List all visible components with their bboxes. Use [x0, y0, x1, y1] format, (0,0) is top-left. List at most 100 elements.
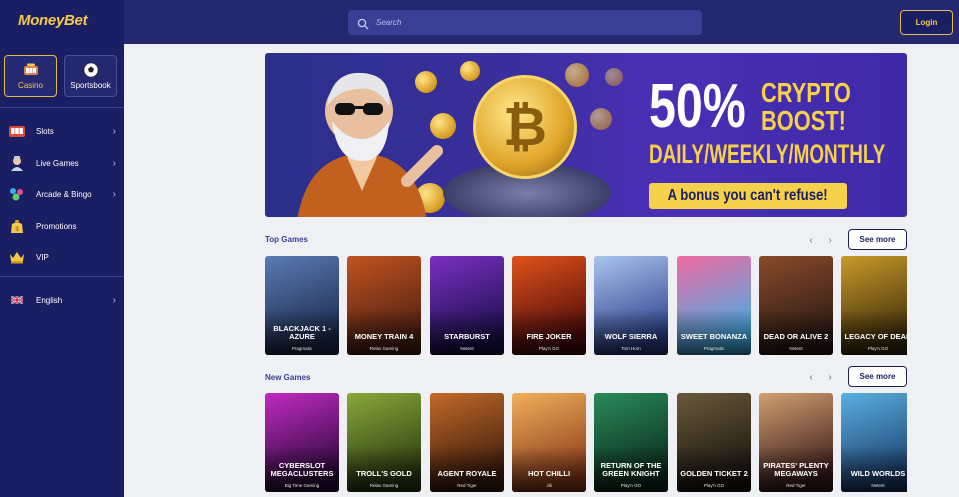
see-more-button-new-games[interactable]: See more	[848, 366, 907, 387]
sidebar-divider	[0, 276, 124, 277]
game-card[interactable]: Golden Ticket 2 Play'n GO	[677, 393, 751, 492]
section-title-new-games: New Games	[265, 373, 311, 382]
game-card[interactable]: Cyberslot Megaclusters Big Time Gaming	[265, 393, 339, 492]
game-card[interactable]: Fire Joker Play'n GO	[512, 256, 586, 355]
game-card[interactable]: Return of the Green Knight Play'n GO	[594, 393, 668, 492]
prev-arrow-icon[interactable]: ‹	[805, 234, 817, 246]
chevron-right-icon: ›	[112, 125, 116, 137]
game-provider: Play'n GO	[538, 346, 560, 351]
game-card[interactable]: Sweet Bonanza Pragmatic	[677, 256, 751, 355]
game-card[interactable]: Wolf Sierra Tom Horn	[594, 256, 668, 355]
see-more-button-top-games[interactable]: See more	[848, 229, 907, 250]
mascot-image	[297, 72, 443, 217]
coin-decoration	[590, 108, 612, 130]
banner-tagline: A bonus you can't refuse!	[649, 183, 847, 209]
chevron-right-icon: ›	[112, 294, 116, 306]
login-button[interactable]: Login	[900, 10, 953, 35]
game-card[interactable]: Money Train 4 Relax Gaming	[347, 256, 421, 355]
promo-banner[interactable]: ₿ 50% CRYPTO BOOST! DAILY/WEEKLY/MONTHLY…	[265, 53, 907, 217]
soccer-ball-icon	[82, 62, 100, 78]
sidebar-item-label: Slots	[36, 126, 54, 136]
coin-decoration	[460, 61, 480, 81]
arcade-icon	[8, 186, 26, 202]
game-card[interactable]: Legacy of Dead Play'n GO	[841, 256, 907, 355]
search-input[interactable]	[376, 18, 676, 27]
game-title: Hot Chilli	[527, 469, 571, 478]
next-arrow-icon[interactable]: ›	[824, 371, 836, 383]
game-provider: Netent	[871, 483, 885, 488]
game-card[interactable]: Wild Worlds Netent	[841, 393, 907, 492]
sidebar-item-promotions[interactable]: $ Promotions	[0, 212, 124, 240]
section-title-top-games: Top Games	[265, 235, 308, 244]
game-title: Sweet Bonanza	[680, 332, 748, 341]
game-title: Golden Ticket 2	[680, 469, 748, 478]
coin-decoration	[565, 63, 589, 87]
game-provider: Tom Horn	[621, 346, 641, 351]
sidebar-item-label: Arcade & Bingo	[36, 189, 92, 199]
banner-headline: 50% CRYPTO BOOST! DAILY/WEEKLY/MONTHLY	[649, 72, 899, 170]
game-card[interactable]: Dead or Alive 2 Netent	[759, 256, 833, 355]
game-title: Dead or Alive 2	[763, 332, 829, 341]
sidebar-item-live-games[interactable]: Live Games ›	[0, 149, 124, 177]
game-title: Fire Joker	[526, 332, 572, 341]
vip-icon	[8, 249, 26, 265]
sidebar: MoneyBet Casino Sportsbook Slots › Live …	[0, 0, 124, 497]
chevron-right-icon: ›	[112, 188, 116, 200]
game-title: Agent Royale	[437, 469, 497, 478]
language-selector[interactable]: English ›	[0, 286, 124, 314]
game-title: Money Train 4	[354, 332, 414, 341]
game-card[interactable]: Troll's Gold Relax Gaming	[347, 393, 421, 492]
banner-line1: CRYPTO BOOST!	[761, 79, 851, 135]
game-title: Troll's Gold	[356, 469, 412, 478]
top-games-row: Blackjack 1 - Azure Pragmatic Money Train …	[265, 256, 907, 356]
sidebar-item-slots[interactable]: Slots ›	[0, 117, 124, 145]
gift-bag-icon: $	[8, 218, 26, 234]
dealer-icon	[8, 155, 26, 171]
search-bar[interactable]	[348, 10, 702, 35]
sidebar-divider	[0, 107, 124, 108]
game-title: Wild Worlds	[850, 469, 906, 478]
sportsbook-mode-button[interactable]: Sportsbook	[64, 55, 117, 97]
casino-icon	[22, 62, 40, 78]
game-card[interactable]: Pirates' Plenty Megaways Red Tiger	[759, 393, 833, 492]
game-provider: Play'n GO	[620, 483, 642, 488]
sidebar-item-label: VIP	[36, 252, 49, 262]
game-provider: Red Tiger	[457, 483, 477, 488]
chevron-right-icon: ›	[112, 157, 116, 169]
game-provider: Big Time Gaming	[284, 483, 320, 488]
brand-logo[interactable]: MoneyBet	[18, 12, 88, 29]
game-card[interactable]: Starburst Netent	[430, 256, 504, 355]
logo-text: MoneyBet	[18, 12, 88, 29]
game-title: Wolf Sierra	[604, 332, 658, 341]
prev-arrow-icon[interactable]: ‹	[805, 371, 817, 383]
game-card[interactable]: Agent Royale Red Tiger	[430, 393, 504, 492]
game-provider: Jili	[546, 483, 552, 488]
game-title: Pirates' Plenty Megaways	[763, 461, 829, 478]
top-bar: Login	[124, 0, 959, 44]
game-provider: Netent	[789, 346, 803, 351]
bitcoin-coin-image: ₿	[473, 75, 577, 179]
game-card[interactable]: Blackjack 1 - Azure Pragmatic	[265, 256, 339, 355]
banner-crypto-text: CRYPTO	[761, 77, 851, 108]
sidebar-item-label: Promotions	[36, 221, 77, 231]
game-provider: Red Tiger	[786, 483, 806, 488]
game-title: Return of the Green Knight	[600, 461, 662, 478]
new-games-row: Cyberslot Megaclusters Big Time Gaming Tro…	[265, 393, 907, 493]
game-provider: Relax Gaming	[369, 483, 399, 488]
game-provider: Play'n GO	[703, 483, 725, 488]
sportsbook-mode-label: Sportsbook	[70, 81, 111, 90]
game-title: Legacy of Dead	[844, 332, 907, 341]
casino-mode-button[interactable]: Casino	[4, 55, 57, 97]
sidebar-item-vip[interactable]: VIP	[0, 243, 124, 271]
uk-flag-icon	[8, 292, 26, 308]
game-card[interactable]: Hot Chilli Jili	[512, 393, 586, 492]
banner-line3: DAILY/WEEKLY/MONTHLY	[649, 139, 886, 169]
banner-boost-text: BOOST!	[761, 105, 846, 136]
game-provider: Netent	[460, 346, 474, 351]
sidebar-item-arcade-bingo[interactable]: Arcade & Bingo ›	[0, 180, 124, 208]
casino-mode-label: Casino	[18, 81, 43, 90]
banner-percent: 50%	[649, 72, 746, 141]
game-provider: Pragmatic	[291, 346, 313, 351]
next-arrow-icon[interactable]: ›	[824, 234, 836, 246]
game-title: Blackjack 1 - Azure	[273, 324, 331, 341]
